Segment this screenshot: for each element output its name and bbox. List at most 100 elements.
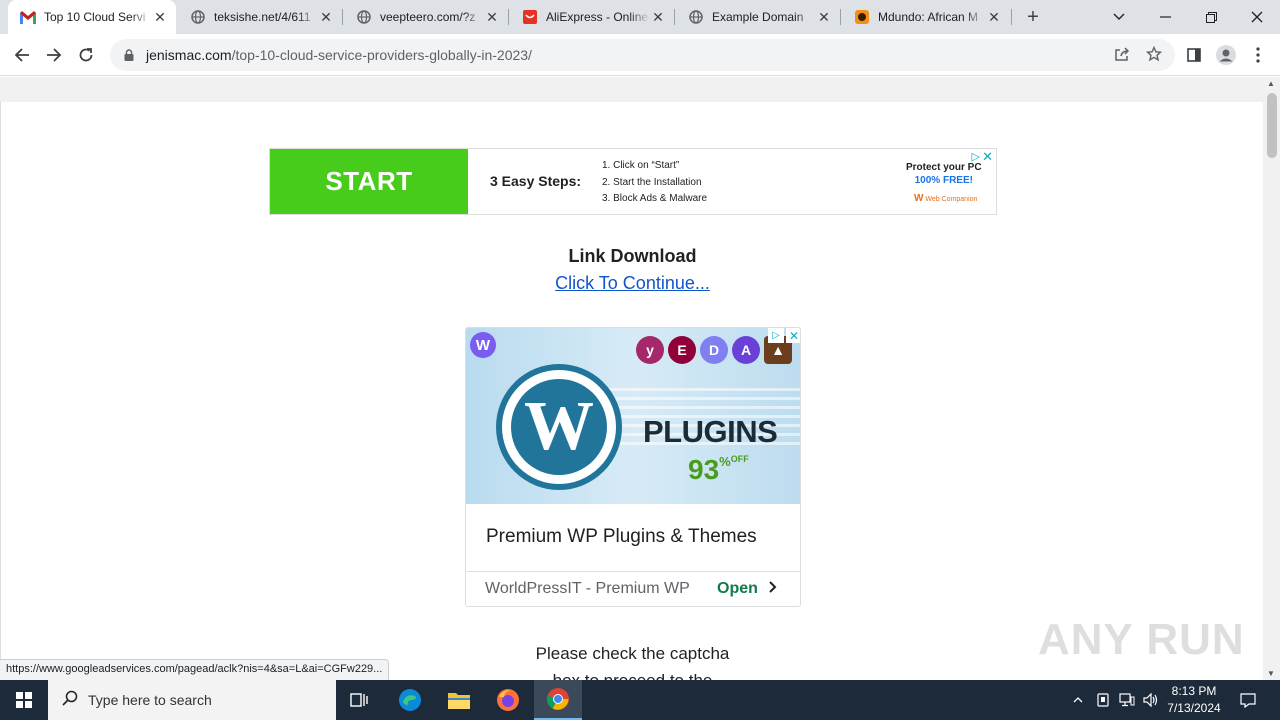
task-view-button[interactable]: [336, 680, 384, 720]
elementor-icon: E: [668, 336, 696, 364]
aliexpress-icon: [522, 9, 538, 25]
tab-title: teksishe.net/4/611: [214, 10, 311, 24]
address-bar[interactable]: jenismac.com/top-10-cloud-service-provid…: [110, 39, 1175, 71]
windows-taskbar: Type here to search 8:13 PM 7/13/2024: [0, 680, 1280, 720]
taskbar-search-box[interactable]: Type here to search: [48, 680, 336, 720]
tab-title: veepteero.com/?z: [380, 10, 476, 24]
yoast-icon: y: [636, 336, 664, 364]
globe-icon: [688, 9, 704, 25]
adchoices-icon[interactable]: ▷: [768, 328, 784, 343]
tab-5[interactable]: Mdundo: African M ✕: [842, 0, 1010, 34]
tab-0[interactable]: Top 10 Cloud Servi ✕: [8, 0, 176, 34]
tab-search-chevron-icon[interactable]: [1096, 0, 1142, 34]
tab-3[interactable]: AliExpress - Online ✕: [510, 0, 674, 34]
tab-separator: [342, 9, 343, 25]
ad-close-icon[interactable]: ✕: [982, 149, 993, 165]
tray-chevron-up-icon[interactable]: [1068, 680, 1088, 720]
w-badge-icon: W: [470, 332, 496, 358]
step-item: 1. Click on “Start”: [602, 160, 680, 171]
file-explorer-icon[interactable]: [435, 680, 483, 720]
adchoices-icon[interactable]: ▷: [972, 150, 980, 163]
kebab-menu-icon[interactable]: [1247, 44, 1269, 66]
tab-separator: [674, 9, 675, 25]
tab-4[interactable]: Example Domain ✕: [676, 0, 840, 34]
discount-text: 93%OFF: [688, 454, 749, 486]
clock-date: 7/13/2024: [1167, 701, 1221, 715]
ad-close-icon[interactable]: ✕: [786, 328, 800, 343]
forward-button[interactable]: [40, 41, 68, 69]
page-body: START 3 Easy Steps: 1. Click on “Start” …: [0, 102, 1263, 680]
ad-divider: [466, 571, 800, 572]
lock-icon[interactable]: [122, 48, 136, 62]
mdundo-icon: [854, 9, 870, 25]
tab-separator: [508, 9, 509, 25]
ad-open-button[interactable]: Open: [717, 580, 778, 598]
close-window-button[interactable]: [1234, 0, 1280, 34]
tab-close-icon[interactable]: ✕: [484, 9, 500, 25]
side-panel-icon[interactable]: [1183, 44, 1205, 66]
reload-button[interactable]: [72, 41, 100, 69]
tab-2[interactable]: veepteero.com/?z ✕: [344, 0, 508, 34]
globe-icon: [190, 9, 206, 25]
tab-close-icon[interactable]: ✕: [152, 9, 168, 25]
vertical-scrollbar[interactable]: ▲ ▼: [1263, 77, 1280, 680]
ad-hero-image[interactable]: W y E D A ▲ W PLUGINS 93%OFF ▷ ✕: [466, 328, 800, 504]
tab-close-icon[interactable]: ✕: [816, 9, 832, 25]
minimize-button[interactable]: [1142, 0, 1188, 34]
brand-text: Web Companion: [925, 196, 978, 203]
free-line: 100% FREE!: [914, 175, 973, 186]
network-icon[interactable]: [1116, 680, 1138, 720]
new-tab-button[interactable]: +: [1022, 6, 1044, 28]
tab-title: Mdundo: African M: [878, 10, 979, 24]
taskbar-clock[interactable]: 8:13 PM 7/13/2024: [1160, 683, 1228, 717]
scrollbar-thumb[interactable]: [1267, 93, 1277, 158]
back-button[interactable]: [8, 41, 36, 69]
page-viewport: START 3 Easy Steps: 1. Click on “Start” …: [0, 77, 1280, 680]
protect-text: Protect your PC 100% FREE!: [906, 161, 982, 187]
chrome-icon[interactable]: [534, 680, 582, 720]
open-label: Open: [717, 580, 758, 597]
windows-start-button[interactable]: [0, 680, 48, 720]
scroll-down-arrow-icon[interactable]: ▼: [1267, 669, 1275, 678]
windows-logo-icon: [16, 692, 32, 708]
device-icon[interactable]: [1092, 680, 1114, 720]
continue-link[interactable]: Click To Continue...: [1, 273, 1264, 294]
tab-close-icon[interactable]: ✕: [318, 9, 334, 25]
step-item: 3. Block Ads & Malware: [602, 193, 708, 204]
link-download-heading: Link Download: [568, 246, 697, 266]
anyrun-watermark: ANY RUN: [1038, 615, 1245, 664]
restore-button[interactable]: [1188, 0, 1234, 34]
bookmark-star-icon[interactable]: [1143, 43, 1165, 65]
chevron-right-icon: [769, 581, 777, 593]
profile-avatar-icon[interactable]: [1215, 44, 1237, 66]
ad-advertiser[interactable]: WorldPressIT - Premium WP: [485, 580, 690, 598]
search-placeholder: Type here to search: [88, 692, 212, 708]
divi-icon: D: [700, 336, 728, 364]
status-url-tooltip: https://www.googleadservices.com/pagead/…: [0, 659, 390, 680]
url-host: jenismac.com: [146, 47, 232, 63]
start-button[interactable]: START: [270, 149, 468, 214]
wordpress-logo-icon: W: [496, 364, 622, 490]
ad-headline[interactable]: Premium WP Plugins & Themes: [486, 526, 757, 548]
tab-strip: Top 10 Cloud Servi ✕ teksishe.net/4/611 …: [0, 0, 1280, 34]
web-companion-logo: W Web Companion: [914, 193, 977, 204]
astra-icon: A: [732, 336, 760, 364]
wc-w-icon: W: [914, 193, 924, 204]
tab-title: AliExpress - Online: [546, 10, 649, 24]
tab-close-icon[interactable]: ✕: [986, 9, 1002, 25]
firefox-icon[interactable]: [484, 680, 532, 720]
tab-1[interactable]: teksishe.net/4/611 ✕: [178, 0, 342, 34]
tab-close-icon[interactable]: ✕: [650, 9, 666, 25]
edge-icon[interactable]: [386, 680, 434, 720]
browser-toolbar: jenismac.com/top-10-cloud-service-provid…: [0, 34, 1280, 76]
volume-icon[interactable]: [1140, 680, 1162, 720]
notification-center-icon[interactable]: [1232, 680, 1264, 720]
wp-plugins-ad[interactable]: W y E D A ▲ W PLUGINS 93%OFF ▷ ✕ Premium…: [465, 327, 801, 607]
tab-title: Top 10 Cloud Servi: [44, 10, 146, 24]
tab-title: Example Domain: [712, 10, 804, 24]
banner-ad[interactable]: START 3 Easy Steps: 1. Click on “Start” …: [269, 148, 997, 215]
clock-time: 8:13 PM: [1171, 684, 1217, 698]
share-icon[interactable]: [1111, 43, 1133, 65]
scroll-up-arrow-icon[interactable]: ▲: [1267, 79, 1275, 88]
protect-line: Protect your PC: [906, 162, 982, 173]
